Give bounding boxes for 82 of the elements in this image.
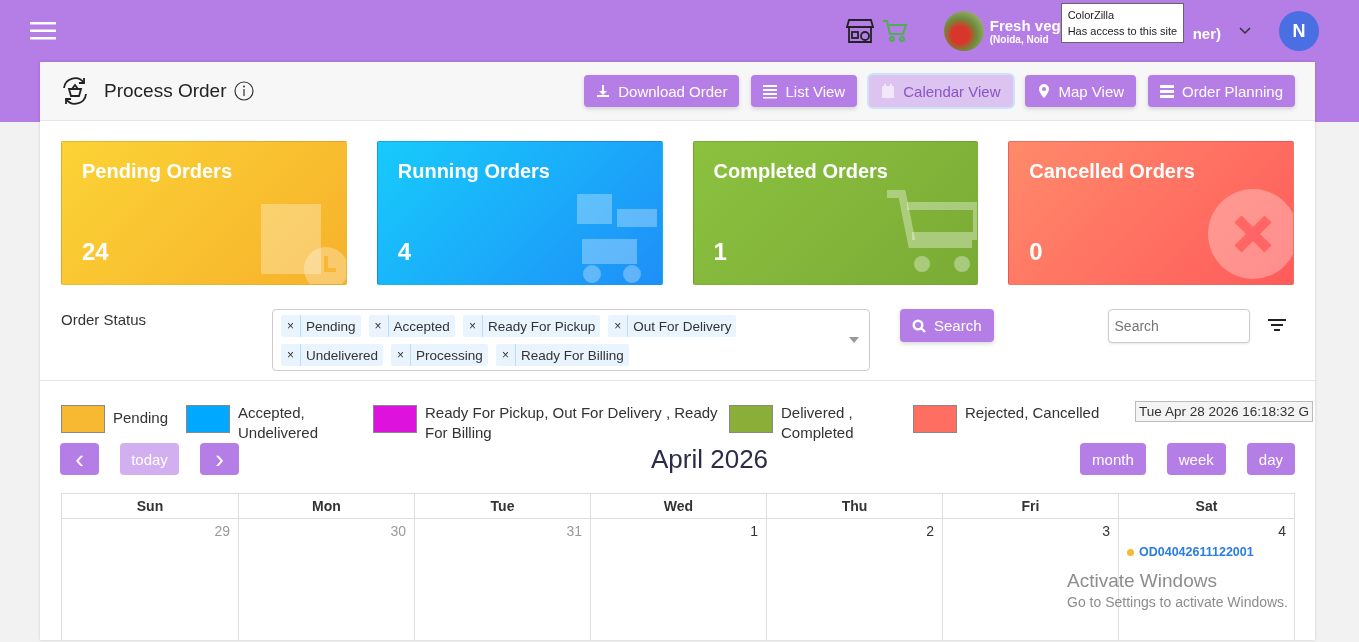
store-name: Fresh veg — [989, 17, 1061, 34]
stat-label: Cancelled Orders — [1029, 160, 1195, 183]
status-multiselect[interactable]: × Pending × Accepted × Ready For Pickup × Out For Delivery × Undelivered × Processing × Ready For Billing — [272, 309, 870, 371]
day-number: 2 — [926, 523, 934, 539]
remove-tag-button[interactable]: × — [495, 344, 516, 366]
range-button[interactable]: week — [1166, 443, 1226, 475]
legend-label: Pending — [113, 408, 169, 428]
day-number: 30 — [390, 523, 406, 539]
tag-label: Ready For Billing — [519, 347, 625, 363]
calendar-event[interactable]: OD04042611122001 — [1127, 545, 1286, 559]
range-button[interactable]: day — [1246, 443, 1295, 475]
range-button[interactable]: month — [1080, 443, 1146, 475]
remove-tag-button[interactable]: × — [368, 315, 389, 337]
stat-label: Completed Orders — [713, 160, 888, 183]
stat-count: 1 — [713, 238, 727, 266]
day-number: 29 — [214, 523, 230, 539]
legend-label: Accepted, Undelivered — [238, 403, 320, 443]
tooltip-title: ColorZilla — [1067, 8, 1116, 23]
activation-text: Go to Settings to activate Windows. — [1067, 594, 1288, 610]
download-icon — [596, 83, 611, 99]
info-icon[interactable] — [234, 81, 255, 101]
tag-label: Ready For Pickup — [486, 318, 597, 334]
basket-refresh-icon — [60, 76, 90, 106]
day-number: 3 — [1102, 523, 1110, 539]
legend-label: Rejected, Cancelled — [965, 403, 1100, 423]
store-location: (Noida, Noid — [989, 34, 1049, 45]
stat-label: Running Orders — [397, 160, 550, 183]
chevron-down-icon[interactable] — [1239, 27, 1251, 35]
previous-button[interactable]: ‹ — [60, 443, 99, 475]
calendar-title: April 2026 — [650, 443, 770, 475]
store-icon[interactable] — [845, 18, 874, 44]
stat-count: 4 — [397, 238, 412, 266]
store-photo — [943, 11, 984, 51]
tag-label: Pending — [305, 318, 357, 334]
map-pin-icon — [1036, 83, 1051, 99]
view-button[interactable]: List View — [751, 75, 858, 107]
tag-label: Accepted — [392, 318, 451, 334]
dropdown-caret-icon[interactable] — [849, 337, 859, 343]
weekday-header: Wed — [590, 494, 766, 518]
legend-label: Ready For Pickup, Out For Delivery , Ready For Billing — [425, 403, 719, 443]
view-button[interactable]: Download Order — [584, 75, 740, 107]
activation-title: Activate Windows — [1067, 570, 1218, 592]
search-icon — [912, 318, 926, 333]
filter-icon[interactable] — [1267, 319, 1286, 331]
page-title: Process Order — [104, 80, 227, 102]
tag-label: Processing — [415, 347, 484, 363]
view-button[interactable]: Order Planning — [1148, 75, 1295, 107]
weekday-header: Sun — [135, 497, 165, 516]
weekday-header: Tue — [414, 494, 590, 518]
day-number: 31 — [566, 523, 582, 539]
legend-label: Delivered , Completed — [781, 403, 855, 443]
store-name-end: ner) — [1192, 24, 1221, 42]
day-number: 4 — [1278, 523, 1286, 539]
remove-tag-button[interactable]: × — [462, 315, 483, 337]
tooltip-text: Has access to this site — [1067, 24, 1178, 39]
remove-tag-button[interactable]: × — [281, 344, 301, 366]
view-button[interactable]: Map View — [1024, 75, 1137, 107]
weekday-header: Sat — [1118, 494, 1294, 518]
weekday-header: Thu — [766, 494, 942, 518]
remove-tag-button[interactable]: × — [391, 344, 412, 366]
stat-label: Pending Orders — [82, 160, 233, 183]
datetime-field: Tue Apr 28 2026 16:18:32 G — [1135, 401, 1313, 422]
weekday-header: Fri — [942, 494, 1118, 518]
tag-label: Out For Delivery — [632, 318, 733, 334]
search-field[interactable]: Search — [1107, 309, 1250, 343]
filter-label: Order Status — [61, 310, 148, 328]
stacked-bars-icon — [1160, 83, 1175, 99]
menu-icon[interactable] — [30, 22, 56, 40]
event-label[interactable]: OD04042611122001 — [1139, 545, 1254, 559]
day-number: 1 — [750, 523, 758, 539]
view-button[interactable]: Calendar View — [869, 75, 1013, 107]
tag-label: Undelivered — [305, 347, 380, 363]
next-button[interactable]: › — [200, 443, 239, 475]
list-icon — [763, 83, 778, 99]
user-avatar[interactable]: N — [1279, 11, 1319, 51]
stat-count: 24 — [82, 238, 109, 266]
calendar-icon — [881, 83, 896, 99]
stat-count: 0 — [1029, 238, 1043, 266]
search-button[interactable]: Search — [900, 309, 994, 342]
remove-tag-button[interactable]: × — [281, 315, 301, 337]
remove-tag-button[interactable]: × — [608, 315, 629, 337]
weekday-header: Mon — [238, 494, 414, 518]
